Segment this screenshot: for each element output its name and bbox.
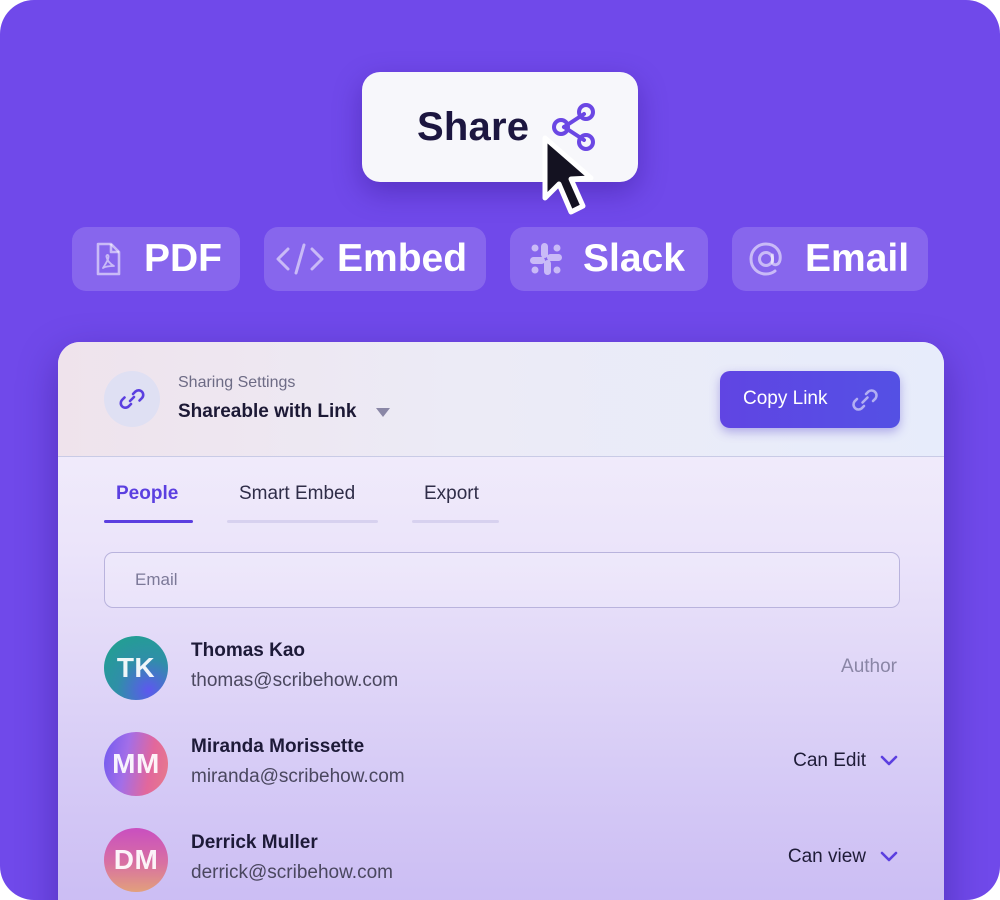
export-slack-chip[interactable]: Slack	[510, 227, 708, 291]
role-label: Can Edit	[793, 750, 866, 771]
code-icon	[276, 243, 324, 275]
person-email: miranda@scribehow.com	[191, 766, 405, 787]
sharing-settings-caption: Sharing Settings	[178, 374, 296, 391]
pdf-label: PDF	[144, 237, 222, 280]
caret-down-icon[interactable]	[376, 408, 390, 417]
person-email: derrick@scribehow.com	[191, 862, 393, 883]
export-email-chip[interactable]: Email	[732, 227, 928, 291]
role-label: Can view	[787, 846, 866, 867]
link-icon	[119, 389, 145, 409]
copy-link-button[interactable]: Copy Link	[720, 371, 900, 428]
avatar: MM	[104, 732, 168, 796]
person-row: TK Thomas Kao thomas@scribehow.com Autho…	[58, 636, 944, 726]
role-dropdown[interactable]: Can view	[788, 846, 898, 868]
email-input[interactable]	[104, 552, 900, 608]
slack-label: Slack	[583, 237, 685, 280]
link-icon	[852, 389, 878, 411]
tab-smart-embed[interactable]: Smart Embed	[239, 483, 355, 523]
export-embed-chip[interactable]: Embed	[264, 227, 486, 291]
share-hero-stage: Share PDF Embed Slack Email Sharing Sett…	[0, 0, 1000, 900]
share-label: Share	[417, 104, 530, 149]
avatar: DM	[104, 828, 168, 892]
card-header: Sharing Settings Shareable with Link Cop…	[58, 342, 944, 457]
share-settings-card: Sharing Settings Shareable with Link Cop…	[58, 342, 944, 900]
tab-people-underline	[104, 520, 193, 523]
link-avatar	[104, 371, 160, 427]
role-dropdown[interactable]: Can Edit	[793, 750, 898, 772]
export-pdf-chip[interactable]: PDF	[72, 227, 240, 291]
role-label: Author	[841, 656, 897, 677]
mouse-cursor-icon	[542, 135, 594, 215]
tab-people[interactable]: People	[116, 483, 178, 523]
tab-smart-embed-underline	[227, 520, 378, 523]
avatar: TK	[104, 636, 168, 700]
copy-link-label: Copy Link	[743, 388, 828, 409]
person-name: Miranda Morissette	[191, 736, 365, 757]
person-email: thomas@scribehow.com	[191, 670, 399, 691]
person-row: DM Derrick Muller derrick@scribehow.com …	[58, 828, 944, 900]
pdf-file-icon	[96, 242, 121, 276]
person-name: Thomas Kao	[191, 640, 306, 661]
chevron-down-icon	[880, 851, 898, 862]
tab-export-underline	[412, 520, 499, 523]
email-label: Email	[805, 237, 910, 280]
person-row: MM Miranda Morissette miranda@scribehow.…	[58, 732, 944, 822]
tab-export[interactable]: Export	[424, 483, 479, 523]
slack-icon	[530, 243, 562, 275]
embed-label: Embed	[337, 237, 468, 280]
sharing-mode-dropdown[interactable]: Shareable with Link	[178, 401, 356, 423]
chevron-down-icon	[880, 755, 898, 766]
person-name: Derrick Muller	[191, 832, 318, 853]
at-sign-icon	[749, 242, 782, 276]
